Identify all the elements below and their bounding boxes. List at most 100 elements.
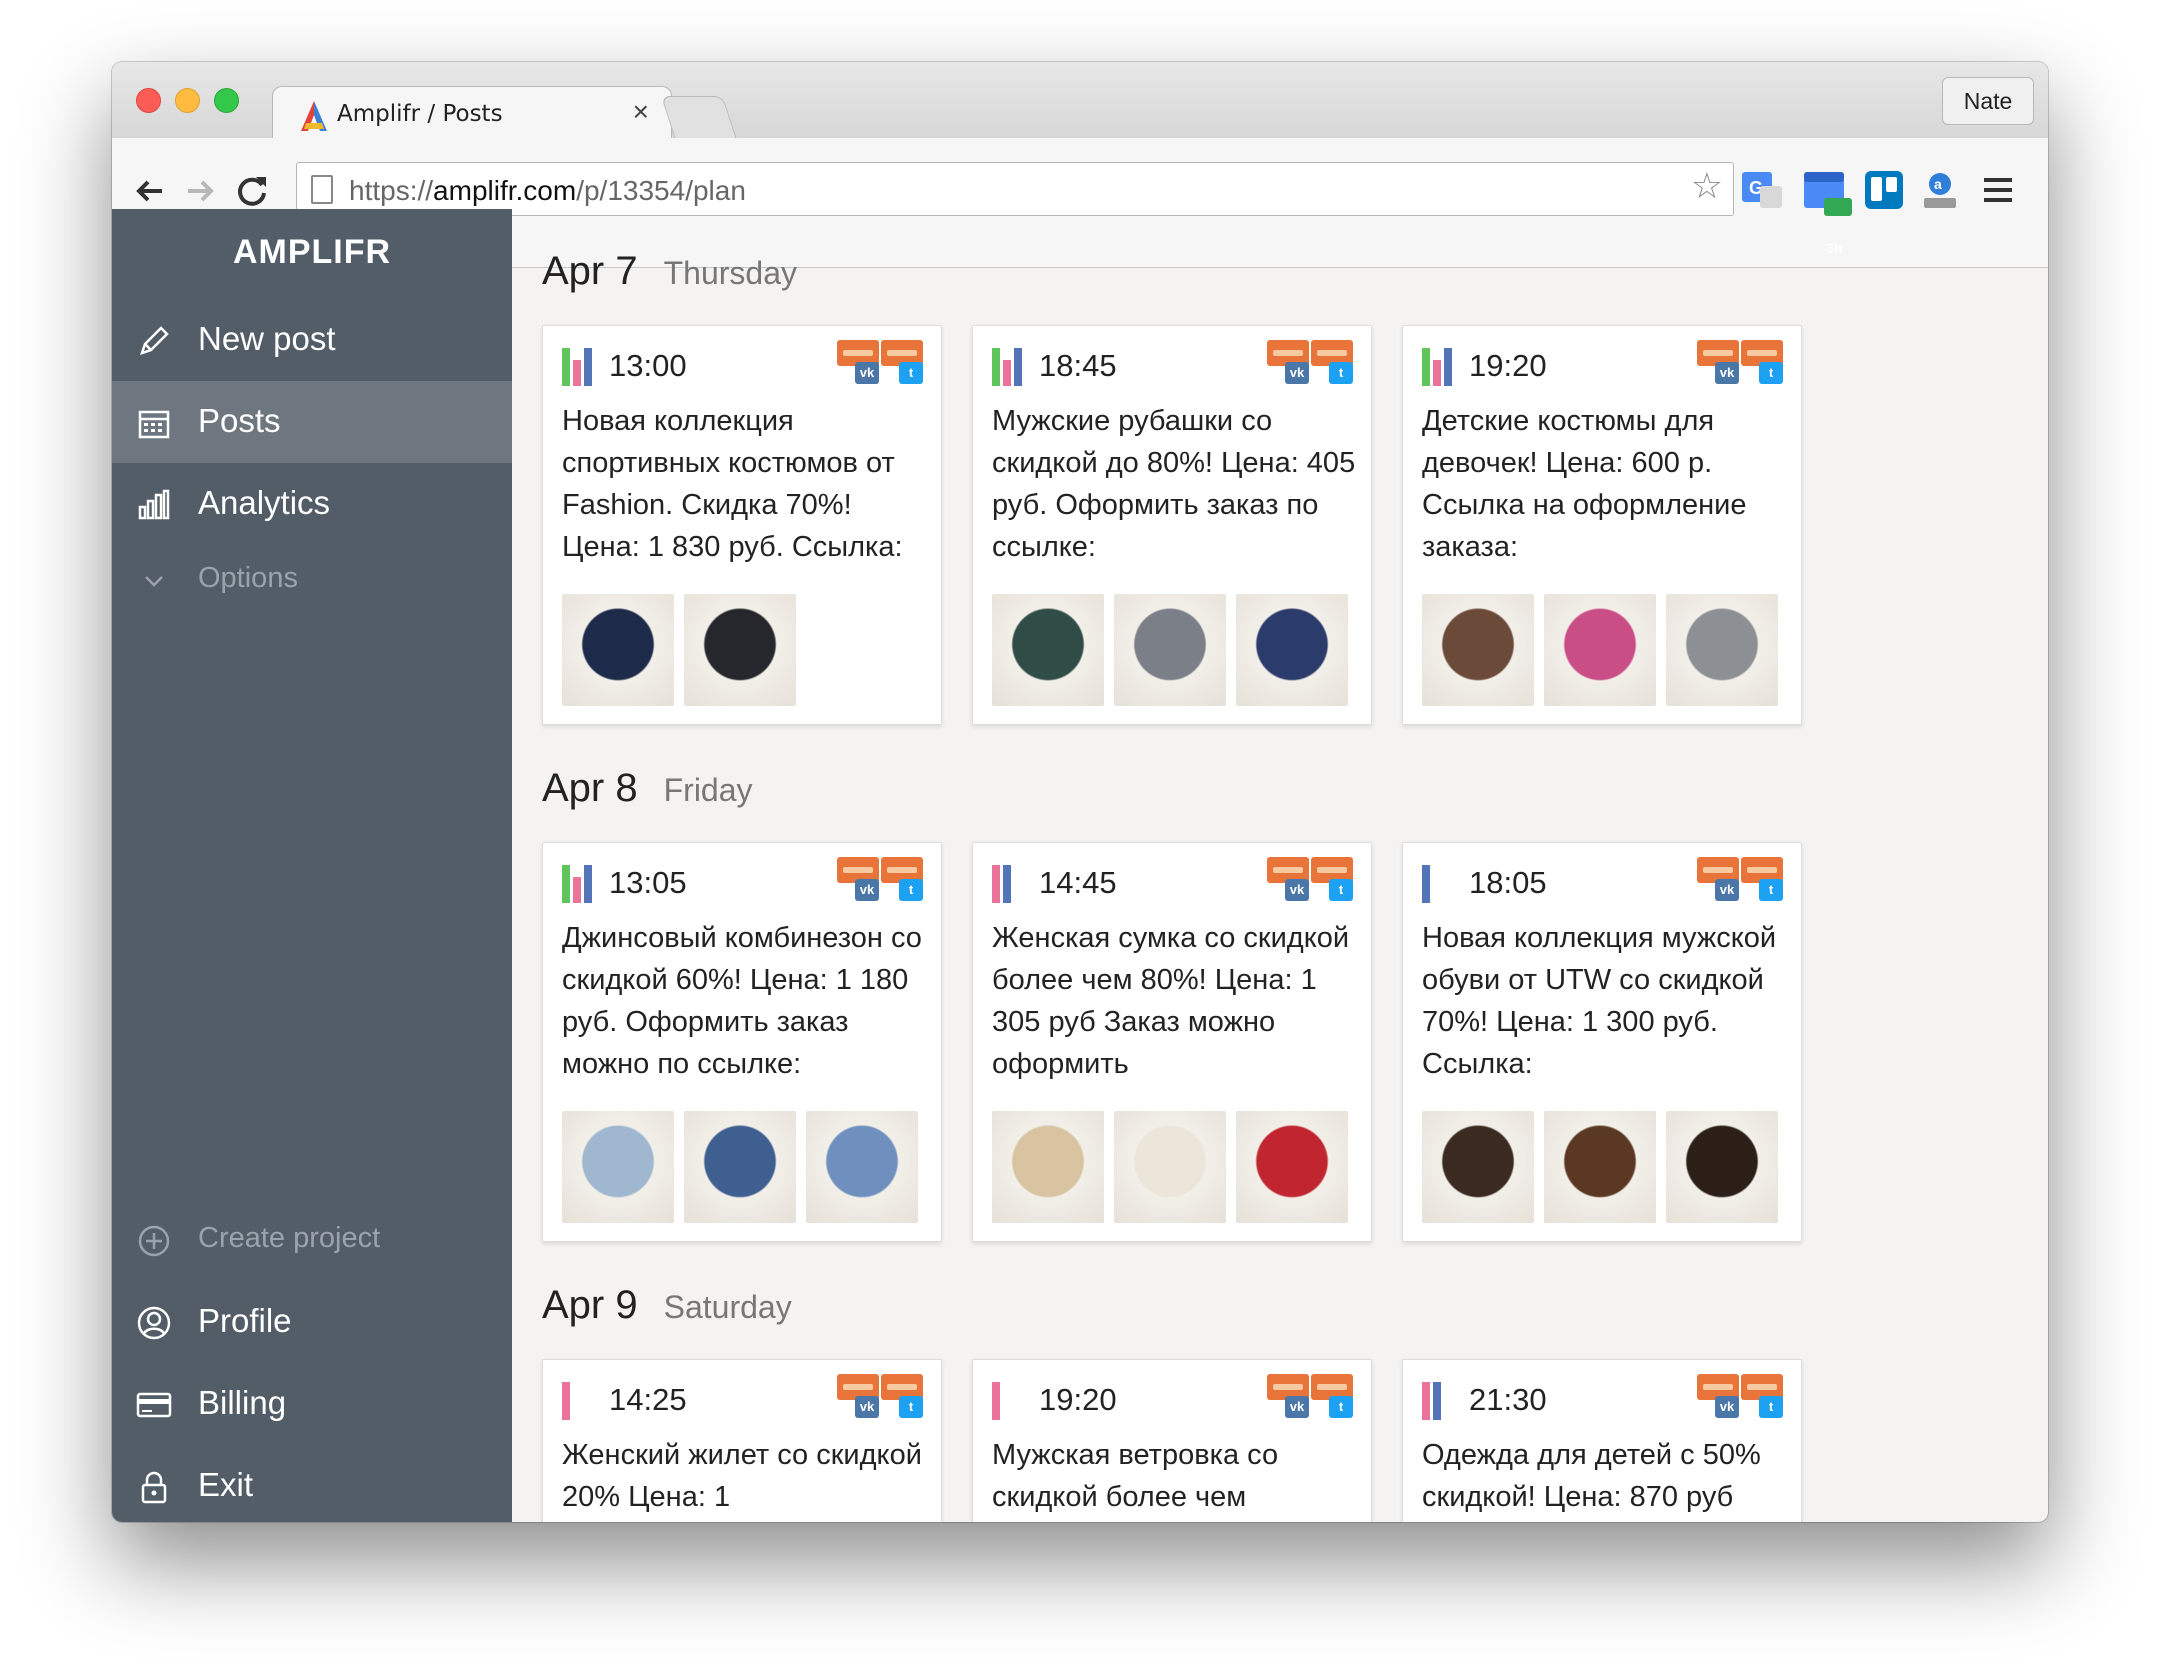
trello-extension-icon[interactable]	[1864, 170, 1904, 210]
forward-icon[interactable]	[180, 171, 220, 211]
url-text: https://amplifr.com/p/13354/plan	[349, 175, 746, 206]
post-image-thumbnail[interactable]	[562, 1111, 674, 1223]
network-status-bars	[562, 1382, 602, 1420]
post-image-thumbnail[interactable]	[1236, 1111, 1348, 1223]
sidebar-item-label: Analytics	[198, 484, 331, 521]
post-card[interactable]: 19:20 vk t Мужская ветровка со скидкой боле…	[972, 1359, 1372, 1522]
post-image-thumbnail[interactable]	[1666, 594, 1778, 706]
post-time: 13:00	[609, 348, 687, 383]
post-card[interactable]: 14:45 vk t Женская сумка со скидкой более ч…	[972, 842, 1372, 1242]
sidebar-item-analytics[interactable]: Analytics	[112, 463, 512, 545]
status-bar	[1014, 348, 1022, 386]
post-text: Одежда для детей с 50% скидкой! Цена: 87…	[1422, 1439, 1761, 1513]
calendar-icon	[138, 410, 170, 439]
twitter-account-avatar: t	[1741, 1374, 1783, 1418]
vk-account-avatar: vk	[1697, 857, 1739, 901]
post-image-thumbnail[interactable]	[806, 1111, 918, 1223]
day-header: Apr 8 Friday	[542, 766, 753, 811]
status-bar	[1444, 348, 1452, 386]
posts-plan: Apr 7 Thursday 13:00 vk t Новая коллекция спо…	[512, 209, 2048, 1522]
tab-title: Amplifr / Posts	[337, 101, 503, 127]
post-image-thumbnail[interactable]	[1666, 1111, 1778, 1223]
post-card[interactable]: 18:45 vk t Мужские рубашки со скидкой до 80…	[972, 325, 1372, 725]
sidebar: AMPLIFR New post Posts Analytics Options…	[112, 209, 512, 1522]
zoom-window-button[interactable]	[214, 88, 239, 113]
back-icon[interactable]	[130, 171, 170, 211]
twitter-account-avatar: t	[881, 857, 923, 901]
vk-icon: vk	[855, 879, 879, 901]
close-window-button[interactable]	[136, 88, 161, 113]
post-image-thumbnail[interactable]	[992, 1111, 1104, 1223]
sidebar-item-exit[interactable]: Exit	[112, 1445, 512, 1522]
twitter-icon: t	[1329, 879, 1353, 901]
tab-amplifr-posts[interactable]: Amplifr / Posts ×	[272, 86, 672, 140]
vk-icon: vk	[1285, 1396, 1309, 1418]
reload-icon[interactable]	[232, 171, 272, 211]
twitter-icon: t	[899, 879, 923, 901]
tab-close-icon[interactable]: ×	[633, 96, 649, 128]
sidebar-item-new-post[interactable]: New post	[112, 299, 512, 381]
post-text: Джинсовый комбинезон со скидкой 60%! Цен…	[562, 922, 922, 1080]
post-card[interactable]: 13:00 vk t Новая коллекция спортивных костю…	[542, 325, 942, 725]
post-image-thumbnail[interactable]	[1114, 1111, 1226, 1223]
vk-account-avatar: vk	[1697, 340, 1739, 384]
post-image-thumbnail[interactable]	[562, 594, 674, 706]
post-image-thumbnail[interactable]	[1236, 594, 1348, 706]
pencil-icon	[140, 326, 169, 355]
post-text: Новая коллекция спортивных костюмов от F…	[562, 405, 903, 563]
post-time: 19:20	[1469, 348, 1547, 383]
post-card[interactable]: 19:20 vk t Детские костюмы для девочек! Цен…	[1402, 325, 1802, 725]
post-image-thumbnail[interactable]	[1114, 594, 1226, 706]
post-card[interactable]: 18:05 vk t Новая коллекция мужской обуви от…	[1402, 842, 1802, 1242]
bookmark-star-icon[interactable]: ☆	[1691, 168, 1723, 204]
post-image-thumbnail[interactable]	[684, 1111, 796, 1223]
post-image-thumbnail[interactable]	[684, 594, 796, 706]
status-bar	[562, 348, 570, 386]
network-status-bars	[1422, 865, 1462, 903]
post-image-thumbnail[interactable]	[992, 594, 1104, 706]
twitter-icon: t	[1329, 1396, 1353, 1418]
status-bar	[992, 348, 1000, 386]
day-date: Apr 8	[542, 766, 638, 810]
sidebar-item-create-project[interactable]: Create project	[112, 1199, 512, 1281]
sidebar-item-label: Options	[198, 562, 298, 594]
post-card[interactable]: 14:25 vk t Женский жилет со скидкой 20% Цен…	[542, 1359, 942, 1522]
vk-icon: vk	[855, 362, 879, 384]
post-text: Женский жилет со скидкой 20% Цена: 1	[562, 1439, 922, 1513]
day-date: Apr 7	[542, 249, 638, 293]
sidebar-item-label: Billing	[198, 1384, 287, 1421]
status-bar	[1003, 865, 1011, 903]
sidebar-item-label: Profile	[198, 1302, 292, 1339]
status-bar	[992, 1382, 1000, 1420]
post-image-thumbnail[interactable]	[1544, 594, 1656, 706]
sidebar-item-profile[interactable]: Profile	[112, 1281, 512, 1363]
network-status-bars	[1422, 1382, 1462, 1420]
post-image-thumbnail[interactable]	[1422, 594, 1534, 706]
post-image-thumbnail[interactable]	[1422, 1111, 1534, 1223]
status-bar	[573, 877, 581, 903]
address-bar[interactable]: https://amplifr.com/p/13354/plan ☆	[296, 162, 1734, 216]
tab-bar: Amplifr / Posts × Nate	[112, 62, 2048, 140]
post-card[interactable]: 13:05 vk t Джинсовый комбинезон со скидкой …	[542, 842, 942, 1242]
menu-icon[interactable]	[1980, 172, 2016, 208]
post-image-thumbnail[interactable]	[1544, 1111, 1656, 1223]
post-text: Женская сумка со скидкой более чем 80%! …	[992, 922, 1350, 1080]
amplifr-logo[interactable]: AMPLIFR	[112, 233, 512, 272]
twitter-account-avatar: t	[1311, 1374, 1353, 1418]
new-tab-button[interactable]	[660, 96, 738, 140]
sidebar-item-options[interactable]: Options	[112, 539, 512, 621]
twitter-icon: t	[899, 362, 923, 384]
translate-extension-icon[interactable]: G	[1740, 168, 1786, 214]
amplifr-favicon-icon	[301, 101, 327, 131]
amplifr-app: AMPLIFR New post Posts Analytics Options…	[112, 209, 2048, 1522]
post-card[interactable]: 21:30 vk t Одежда для детей с 50% скидкой! …	[1402, 1359, 1802, 1522]
sidebar-item-billing[interactable]: Billing	[112, 1363, 512, 1445]
chevron-down-icon	[145, 576, 163, 587]
vk-icon: vk	[1715, 879, 1739, 901]
amazon-extension-icon[interactable]: a	[1918, 168, 1962, 212]
profile-button[interactable]: Nate	[1942, 77, 2034, 125]
status-bar	[1422, 1382, 1430, 1420]
vk-account-avatar: vk	[837, 857, 879, 901]
sidebar-item-posts[interactable]: Posts	[112, 381, 512, 463]
minimize-window-button[interactable]	[175, 88, 200, 113]
